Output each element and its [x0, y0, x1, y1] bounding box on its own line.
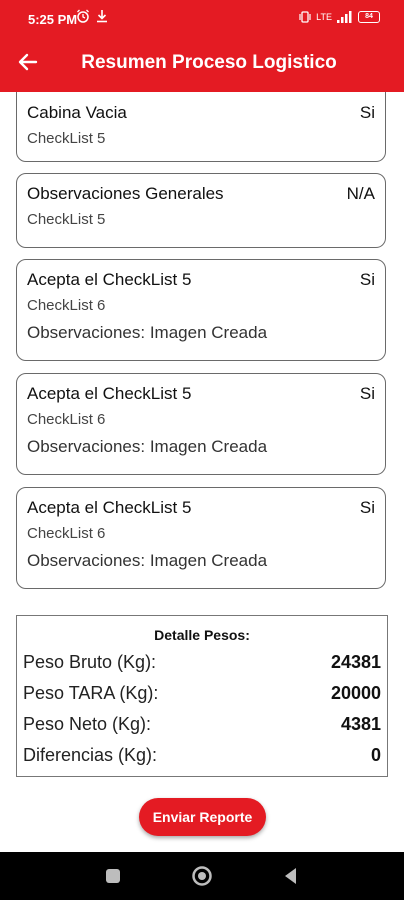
checklist-card: Acepta el CheckList 5 Si CheckList 6 Obs… [16, 373, 386, 475]
recent-apps-icon[interactable] [101, 864, 125, 888]
weight-label: Diferencias (Kg): [23, 745, 158, 765]
weight-value: 0 [370, 745, 381, 765]
app-bar: Resumen Proceso Logistico [0, 36, 404, 92]
card-checklist-label: CheckList 5 [27, 211, 106, 228]
card-checklist-label: CheckList 5 [27, 130, 106, 147]
card-item-value: N/A [346, 184, 375, 203]
card-observations: Observaciones: Imagen Creada [27, 551, 268, 570]
weight-label: Peso TARA (Kg): [23, 683, 159, 703]
weight-value: 24381 [330, 652, 381, 672]
weight-row-net: Peso Neto (Kg): 4381 [23, 714, 381, 742]
download-icon [97, 10, 107, 23]
status-time: 5:25 PM [28, 12, 78, 27]
card-item-value: Si [359, 270, 375, 289]
card-item-name: Observaciones Generales [27, 184, 224, 203]
home-icon[interactable] [190, 864, 214, 888]
weight-label: Peso Neto (Kg): [23, 714, 152, 734]
card-item-name: Acepta el CheckList 5 [27, 384, 192, 403]
card-item-value: Si [359, 103, 375, 122]
weight-row-tare: Peso TARA (Kg): 20000 [23, 683, 381, 711]
card-item-name: Cabina Vacia [27, 103, 127, 122]
system-nav-bar [0, 852, 404, 900]
weight-row-difference: Diferencias (Kg): 0 [23, 745, 381, 773]
vibrate-icon [299, 11, 311, 23]
summary-list[interactable]: Cabina Vacia Si CheckList 5 Observacione… [0, 92, 404, 852]
card-item-name: Acepta el CheckList 5 [27, 270, 192, 289]
status-bar: 5:25 PM LTE 84 [0, 0, 404, 36]
signal-icon [337, 11, 352, 23]
card-checklist-label: CheckList 6 [27, 411, 106, 428]
card-checklist-label: CheckList 6 [27, 297, 106, 314]
checklist-card: Cabina Vacia Si CheckList 5 [16, 92, 386, 162]
weight-value: 4381 [340, 714, 381, 734]
alarm-icon [77, 9, 89, 23]
weights-title: Detalle Pesos: [154, 627, 250, 643]
checklist-card: Observaciones Generales N/A CheckList 5 [16, 173, 386, 248]
weight-label: Peso Bruto (Kg): [23, 652, 157, 672]
card-checklist-label: CheckList 6 [27, 525, 106, 542]
card-item-name: Acepta el CheckList 5 [27, 498, 192, 517]
status-system-icons: LTE 84 [299, 10, 380, 24]
checklist-card: Acepta el CheckList 5 Si CheckList 6 Obs… [16, 487, 386, 589]
checklist-card: Acepta el CheckList 5 Si CheckList 6 Obs… [16, 259, 386, 361]
weight-row-gross: Peso Bruto (Kg): 24381 [23, 652, 381, 680]
battery-icon: 84 [358, 11, 380, 23]
network-type-label: LTE [316, 12, 332, 22]
card-observations: Observaciones: Imagen Creada [27, 437, 268, 456]
back-nav-icon[interactable] [279, 864, 303, 888]
weights-panel: Detalle Pesos: Peso Bruto (Kg): 24381 Pe… [16, 615, 388, 777]
page-title: Resumen Proceso Logistico [81, 52, 337, 73]
card-item-value: Si [359, 384, 375, 403]
status-notification-icons [76, 9, 108, 23]
card-observations: Observaciones: Imagen Creada [27, 323, 268, 342]
send-report-button[interactable]: Enviar Reporte [139, 798, 266, 836]
weight-value: 20000 [330, 683, 381, 703]
card-item-value: Si [359, 498, 375, 517]
